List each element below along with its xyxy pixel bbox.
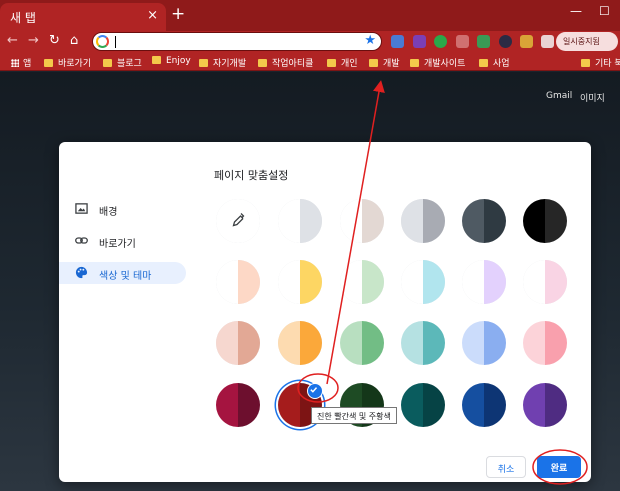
customize-dialog: 페이지 맞춤설정 배경 바로가기 색상 및 테마 취소 완료 [59, 142, 591, 482]
bookmark-folder[interactable]: 바로가기 [44, 56, 91, 69]
bookmark-folder[interactable]: 개발사이트 [410, 56, 465, 69]
onenote-extension-icon[interactable] [413, 35, 426, 48]
home-icon[interactable]: ⌂ [70, 33, 78, 49]
color-swatch[interactable] [462, 321, 506, 365]
folder-icon [410, 59, 419, 67]
maximize-icon[interactable]: ☐ [599, 4, 610, 18]
bookmark-folder[interactable]: 자기개발 [199, 56, 246, 69]
bookmark-folder[interactable]: 개인 [327, 56, 358, 69]
dialog-title: 페이지 맞춤설정 [214, 169, 289, 182]
color-swatch[interactable] [278, 260, 322, 304]
folder-icon [327, 59, 336, 67]
folder-icon [369, 59, 378, 67]
address-bar[interactable]: ★ [92, 32, 382, 51]
color-swatch[interactable] [278, 321, 322, 365]
done-button[interactable]: 완료 [537, 456, 581, 478]
reload-icon[interactable]: ↻ [49, 33, 60, 49]
color-swatch[interactable] [401, 321, 445, 365]
new-tab-button[interactable]: + [171, 6, 185, 23]
color-swatch[interactable] [340, 321, 384, 365]
bookmark-folder[interactable]: 작업아티클 [258, 56, 313, 69]
folder-icon [152, 56, 161, 64]
eyedropper-icon [232, 213, 245, 227]
puzzle-icon[interactable] [541, 35, 554, 48]
folder-icon [479, 59, 488, 67]
palette-icon [75, 266, 88, 279]
folder-icon [103, 59, 112, 67]
menu-item-shortcuts[interactable]: 바로가기 [59, 230, 186, 252]
color-swatch[interactable] [340, 260, 384, 304]
apps-icon [11, 59, 19, 67]
color-swatch[interactable] [523, 199, 567, 243]
color-swatch[interactable] [278, 199, 322, 243]
color-swatch[interactable] [340, 199, 384, 243]
images-link[interactable]: 이미지 [580, 91, 605, 104]
selected-check-icon [307, 383, 323, 399]
menu-item-label: 색상 및 테마 [99, 271, 152, 282]
google-icon [96, 35, 109, 48]
color-swatch[interactable] [216, 383, 260, 427]
browser-toolbar: ← → ↻ ⌂ ★ 일시중지됨 [0, 31, 620, 52]
custom-color-swatch[interactable] [216, 199, 260, 243]
color-swatch[interactable] [462, 383, 506, 427]
minimize-icon[interactable]: — [570, 4, 582, 18]
color-swatch[interactable] [462, 260, 506, 304]
color-swatch[interactable] [523, 383, 567, 427]
color-swatch[interactable] [462, 199, 506, 243]
color-swatch[interactable] [216, 321, 260, 365]
bookmark-folder[interactable]: 개발 [369, 56, 400, 69]
tab-strip: 새 탭 × + — ☐ [0, 0, 620, 31]
other-bookmarks[interactable]: 기타 북 [581, 56, 620, 69]
link-icon [75, 237, 88, 244]
shield-extension-icon[interactable] [477, 35, 490, 48]
folder-icon [44, 59, 53, 67]
gmail-link[interactable]: Gmail [546, 91, 572, 101]
menu-item-color-and-theme[interactable]: 색상 및 테마 [59, 262, 186, 284]
menu-item-background[interactable]: 배경 [59, 198, 186, 220]
bookmarks-bar: 앱 바로가기 블로그 Enjoy 자기개발 작업아티클 개인 개발 개발사이트 … [0, 52, 620, 71]
color-swatch[interactable] [401, 383, 445, 427]
forward-icon[interactable]: → [28, 33, 39, 49]
folder-icon [199, 59, 208, 67]
color-swatch[interactable] [523, 260, 567, 304]
folder-icon [258, 59, 267, 67]
bookmark-folder[interactable]: Enjoy [152, 56, 191, 66]
swatch-tooltip: 진한 빨간색 및 주황색 [311, 407, 397, 424]
tab-new-tab[interactable]: 새 탭 × [0, 3, 166, 31]
image-icon [75, 203, 88, 214]
color-swatch[interactable] [523, 321, 567, 365]
bookmark-folder[interactable]: 블로그 [103, 56, 142, 69]
evernote-extension-icon[interactable] [434, 35, 447, 48]
face-extension-icon[interactable] [520, 35, 533, 48]
text-caret [115, 36, 116, 48]
color-swatch[interactable] [401, 260, 445, 304]
menu-item-label: 배경 [99, 207, 118, 218]
bookmark-folder[interactable]: 사업 [479, 56, 510, 69]
color-swatch[interactable] [401, 199, 445, 243]
close-icon[interactable]: × [147, 8, 158, 23]
profile-button[interactable]: 일시중지됨 [556, 32, 618, 51]
color-swatch[interactable] [216, 260, 260, 304]
bookmark-apps[interactable]: 앱 [11, 56, 31, 69]
mouse-extension-icon[interactable] [456, 35, 469, 48]
back-icon[interactable]: ← [7, 33, 18, 49]
translate-extension-icon[interactable] [391, 35, 404, 48]
cancel-button[interactable]: 취소 [486, 456, 526, 478]
tab-title: 새 탭 [10, 11, 36, 25]
menu-item-label: 바로가기 [99, 239, 136, 250]
bookmark-star-icon[interactable]: ★ [364, 33, 376, 48]
k-extension-icon[interactable] [499, 35, 512, 48]
folder-icon [581, 59, 590, 67]
